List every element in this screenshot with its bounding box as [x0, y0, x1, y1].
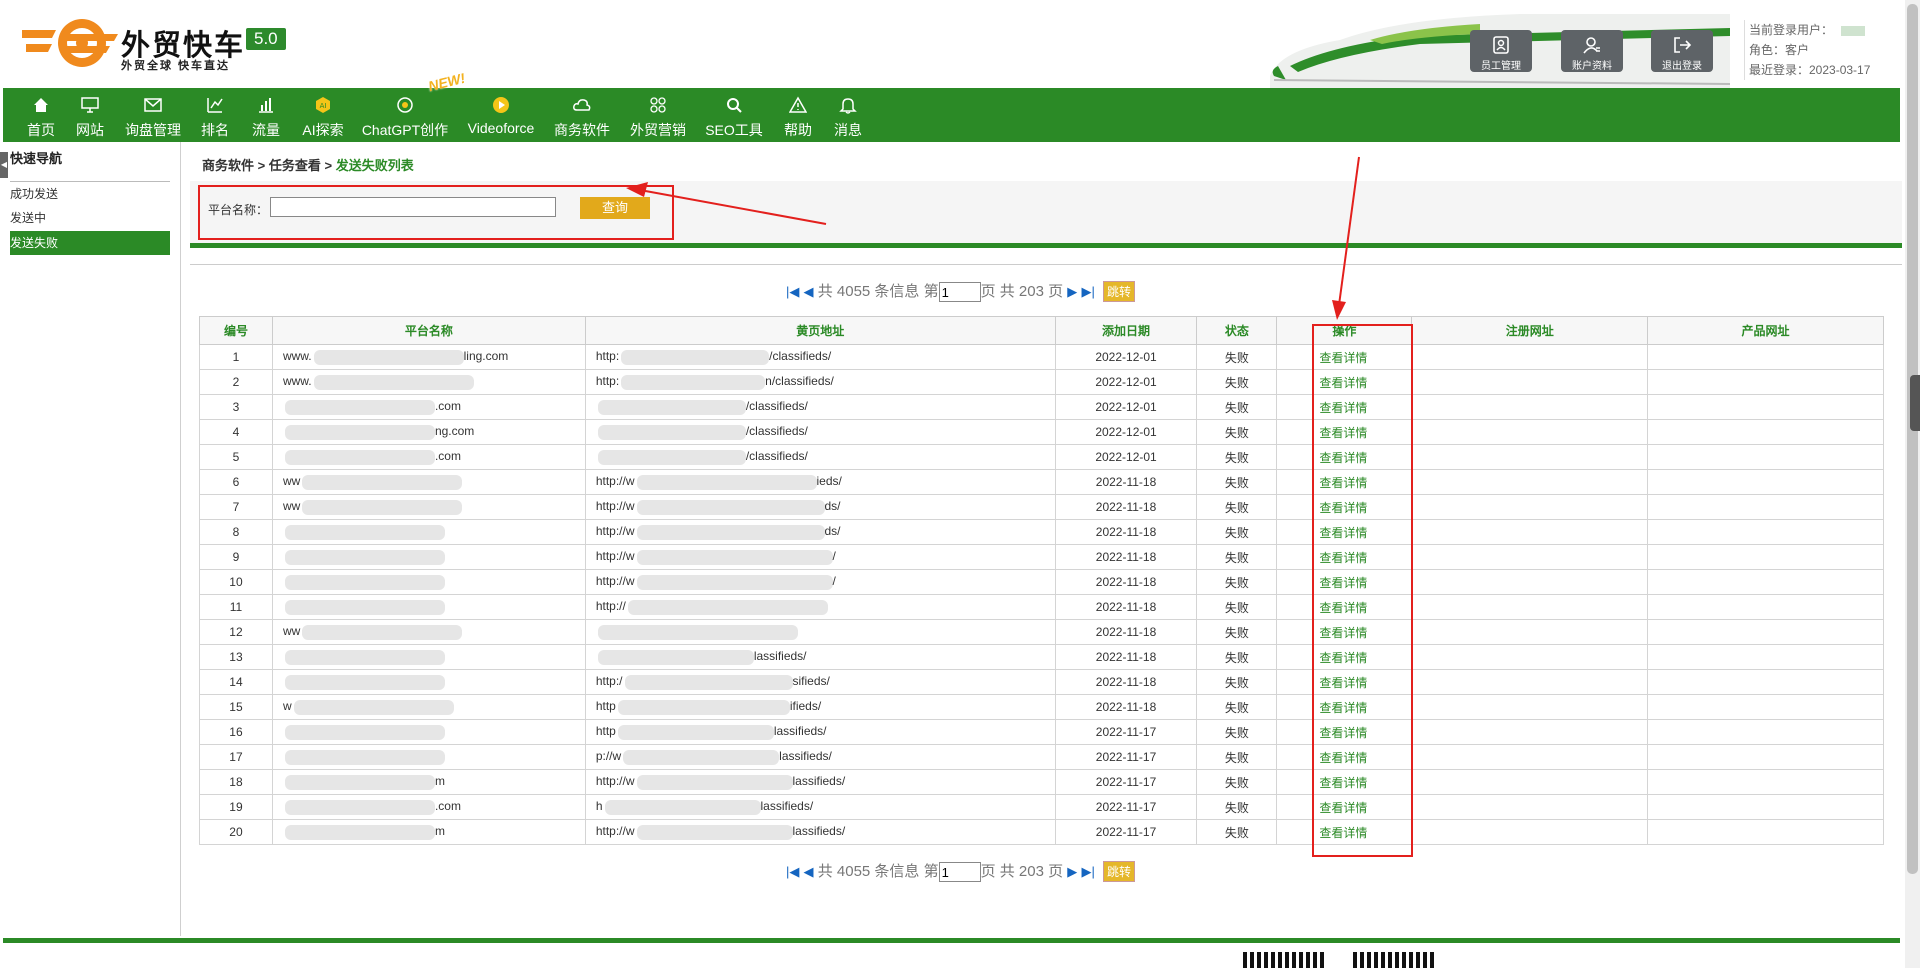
qr-code-icon: [1243, 952, 1327, 968]
footer-divider: [3, 938, 1900, 943]
qr-code-icon: [1353, 952, 1437, 968]
side-float-tab[interactable]: [1910, 375, 1920, 431]
annotation-arrows: [626, 156, 1360, 320]
scrollbar-thumb[interactable]: [1907, 4, 1918, 874]
